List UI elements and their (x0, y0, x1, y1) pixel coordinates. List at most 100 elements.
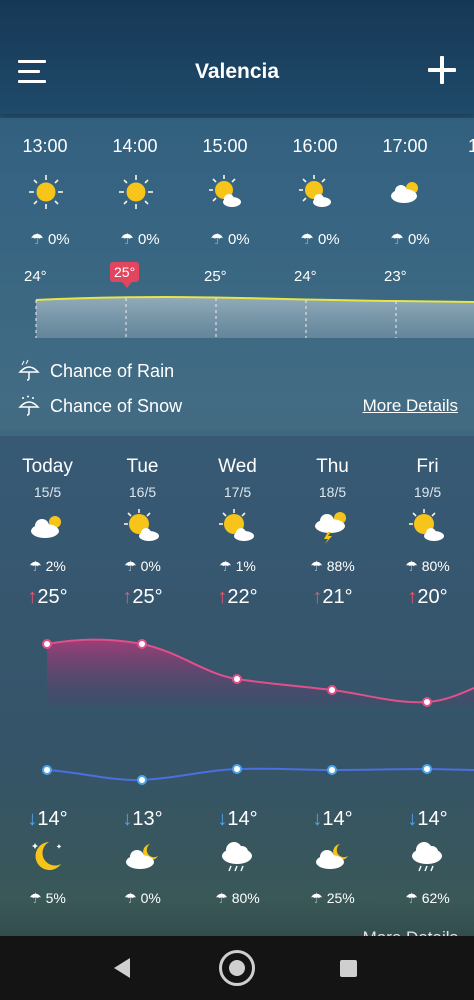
day-high-value: 20° (417, 586, 448, 608)
cloud-rain-icon (412, 842, 442, 872)
hour-rain-chance: ☂ 0% (300, 231, 340, 248)
day-low-temp: ↓13° (95, 808, 190, 831)
hourly-forecast-card: 13:00 ☂ 0% 24° 14:00 ☂ 0% 25° 15:00 ☂ 0%… (0, 118, 474, 430)
night-rain-value: 62% (421, 890, 450, 906)
arrow-down-icon: ↓ (312, 808, 323, 830)
umbrella-snow-icon (18, 395, 40, 416)
sun-icon (29, 175, 63, 209)
current-temp-badge: 25° (110, 262, 140, 288)
night-rain-value: 25% (326, 890, 355, 906)
night-rain-chance: ☂ 5% (29, 890, 66, 906)
day-date: 16/5 (128, 484, 157, 500)
day-high-value: 25° (132, 586, 163, 608)
day-date: 15/5 (33, 484, 62, 500)
day-rain-chance: ☂ 1% (219, 558, 256, 574)
hourly-temp-graph (35, 295, 474, 338)
hour-time-partial: 1 (468, 136, 474, 156)
legend-snow-label: Chance of Snow (50, 395, 183, 416)
day-date: 19/5 (413, 484, 442, 500)
legend-rain: Chance of Rain (18, 359, 174, 382)
sun-icon (119, 175, 153, 209)
day-date: 18/5 (318, 484, 347, 500)
add-location-icon[interactable] (428, 56, 456, 84)
cloud-rain-icon (222, 842, 252, 872)
hour-time: 17:00 (382, 136, 428, 156)
arrow-down-icon: ↓ (407, 808, 418, 830)
night-rain-value: 5% (45, 890, 66, 906)
umbrella-rain-icon (18, 359, 40, 381)
location-title[interactable]: Valencia (0, 60, 474, 84)
cloud-sun-icon (391, 182, 418, 203)
hour-temp: 23° (384, 268, 407, 285)
hour-time: 13:00 (22, 136, 68, 156)
daily-temp-graph (42, 638, 474, 785)
day-rain-value: 2% (45, 558, 66, 574)
arrow-up-icon: ↑ (27, 586, 38, 608)
night-rain-chance: ☂ 0% (124, 890, 161, 906)
day-rain-chance: ☂ 88% (310, 558, 355, 574)
sun-cloud-icon (124, 509, 159, 541)
night-rain-value: 0% (140, 890, 161, 906)
day-name: Wed (218, 456, 257, 477)
cloud-moon-icon (316, 844, 348, 869)
hour-temp: 24° (24, 268, 47, 285)
hourly-more-details-link[interactable]: More Details (363, 396, 458, 416)
day-rain-value: 80% (421, 558, 450, 574)
day-low-value: 14° (37, 808, 68, 830)
day-name: Fri (416, 456, 439, 477)
day-date: 17/5 (223, 484, 252, 500)
sun-cloud-icon (409, 509, 444, 541)
day-name: Tue (126, 456, 159, 477)
hour-rain-chance: ☂ 0% (390, 231, 430, 248)
home-icon[interactable] (219, 950, 255, 986)
day-low-temp: ↓14° (285, 808, 380, 831)
hour-rain-chance: ☂ 0% (120, 231, 160, 248)
day-high-value: 22° (227, 586, 258, 608)
day-rain-value: 88% (326, 558, 355, 574)
day-high-temp: ↑20° (380, 586, 474, 609)
day-high-temp: ↑25° (95, 586, 190, 609)
arrow-up-icon: ↑ (407, 586, 418, 608)
day-low-value: 14° (227, 808, 258, 830)
day-low-value: 14° (322, 808, 353, 830)
back-icon[interactable] (114, 958, 130, 978)
day-rain-value: 1% (235, 558, 256, 574)
hour-time: 15:00 (202, 136, 248, 156)
day-rain-chance: ☂ 2% (29, 558, 66, 574)
hour-rain-value: 0% (227, 231, 250, 248)
hour-rain-value: 0% (407, 231, 430, 248)
night-rain-chance: ☂ 80% (215, 890, 260, 906)
day-high-value: 25° (37, 586, 68, 608)
daily-forecast-card: Today 15/5 ☂ 2% ↑25° ↓14° ☂ 5% Tue 16/5 … (0, 436, 474, 936)
day-high-value: 21° (322, 586, 353, 608)
night-rain-value: 80% (231, 890, 260, 906)
day-low-value: 14° (417, 808, 448, 830)
arrow-down-icon: ↓ (122, 808, 133, 830)
hour-time: 14:00 (112, 136, 158, 156)
hour-rain-value: 0% (317, 231, 340, 248)
moon-stars-icon (32, 842, 62, 870)
day-low-value: 13° (132, 808, 163, 830)
day-high-temp: ↑25° (0, 586, 95, 609)
day-low-temp: ↓14° (380, 808, 474, 831)
hour-rain-value: 0% (47, 231, 70, 248)
night-rain-chance: ☂ 25% (310, 890, 355, 906)
sun-cloud-icon (209, 175, 241, 207)
low-temp-points (42, 764, 432, 785)
night-rain-chance: ☂ 62% (405, 890, 450, 906)
thunderstorm-sun-icon (315, 512, 346, 544)
cloud-moon-icon (126, 844, 158, 869)
cloud-sun-icon (31, 516, 61, 538)
sun-cloud-icon (219, 509, 254, 541)
day-name: Thu (316, 456, 349, 477)
day-rain-chance: ☂ 0% (124, 558, 161, 574)
system-nav-bar (0, 936, 474, 1000)
hour-rain-chance: ☂ 0% (210, 231, 250, 248)
recent-apps-icon[interactable] (340, 960, 357, 977)
day-high-temp: ↑21° (285, 586, 380, 609)
hour-temp: 24° (294, 268, 317, 285)
legend-snow: Chance of Snow (18, 395, 182, 417)
hour-rain-chance: ☂ 0% (30, 231, 70, 248)
day-name: Today (22, 456, 73, 477)
arrow-up-icon: ↑ (217, 586, 228, 608)
